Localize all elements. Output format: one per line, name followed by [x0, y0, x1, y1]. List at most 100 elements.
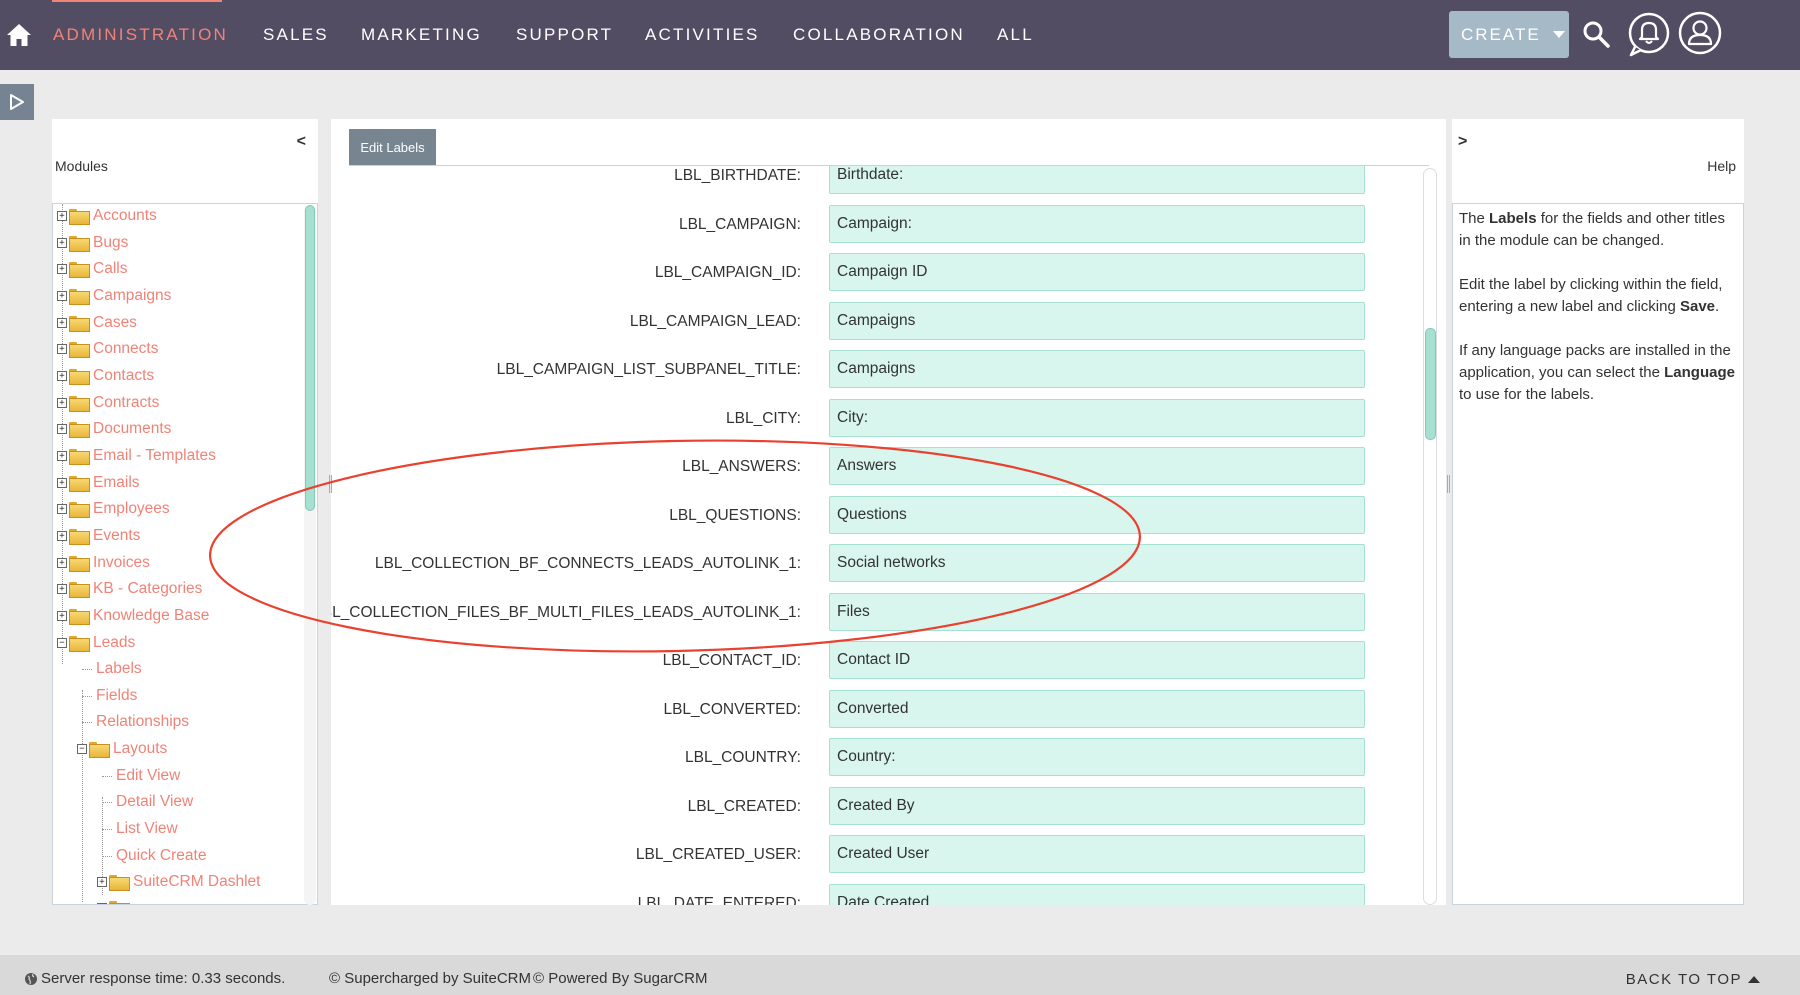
expand-icon[interactable]: +: [57, 504, 67, 514]
expand-icon[interactable]: +: [57, 398, 67, 408]
expand-icon[interactable]: +: [57, 584, 67, 594]
label-value-input[interactable]: Questions: [829, 495, 1365, 534]
nav-sales[interactable]: SALES: [263, 25, 329, 45]
expand-icon[interactable]: +: [97, 903, 107, 904]
collapse-icon[interactable]: −: [57, 638, 67, 648]
sidebar-toggle-button[interactable]: [0, 84, 34, 120]
home-icon[interactable]: [6, 22, 32, 48]
expand-icon[interactable]: +: [57, 424, 67, 434]
label-value-input[interactable]: Birthdate:: [829, 166, 1365, 194]
collapse-icon[interactable]: −: [77, 744, 87, 754]
expand-icon[interactable]: +: [57, 451, 67, 461]
tree-item-calls[interactable]: + Calls: [57, 257, 127, 281]
expand-icon[interactable]: +: [57, 371, 67, 381]
label-value-input[interactable]: Country:: [829, 738, 1365, 776]
tree-item-fields[interactable]: Fields: [96, 684, 137, 708]
nav-collaboration[interactable]: COLLABORATION: [793, 25, 965, 45]
tree-label: Connects: [93, 340, 159, 357]
expand-icon[interactable]: +: [57, 291, 67, 301]
expand-icon[interactable]: +: [57, 344, 67, 354]
label-value-input[interactable]: Campaign ID: [829, 253, 1365, 291]
user-profile-icon[interactable]: [1678, 11, 1722, 55]
tree-item-invoices[interactable]: + Invoices: [57, 551, 150, 575]
tree-item-detail-view[interactable]: Detail View: [116, 790, 193, 814]
tree-item-bugs[interactable]: + Bugs: [57, 231, 128, 255]
label-value-input[interactable]: City:: [829, 398, 1365, 437]
label-value-input[interactable]: Created By: [829, 786, 1365, 825]
nav-marketing[interactable]: MARKETING: [361, 25, 482, 45]
tree-item-leads[interactable]: − Leads: [57, 631, 135, 655]
tab-edit-labels[interactable]: Edit Labels: [349, 129, 436, 165]
expand-icon[interactable]: +: [57, 264, 67, 274]
tree-label: Documents: [93, 420, 172, 437]
tree-item-knowledge-base[interactable]: + Knowledge Base: [57, 604, 209, 628]
tree-item-contacts[interactable]: + Contacts: [57, 364, 154, 388]
label-value-input[interactable]: Created User: [829, 835, 1365, 873]
expand-icon[interactable]: +: [97, 877, 107, 887]
expand-icon[interactable]: +: [57, 611, 67, 621]
nav-activities[interactable]: ACTIVITIES: [645, 25, 760, 45]
resize-handle-right[interactable]: [1447, 475, 1450, 493]
tree-item-cases[interactable]: + Cases: [57, 311, 137, 335]
tree-item-connects[interactable]: + Connects: [57, 337, 158, 361]
folder-icon: [69, 502, 90, 518]
expand-icon[interactable]: +: [57, 558, 67, 568]
help-panel: > Help The Labels for the fields and oth…: [1452, 119, 1744, 905]
tree-label: Emails: [93, 474, 140, 491]
nav-all[interactable]: ALL: [997, 25, 1034, 45]
tree-item-employees[interactable]: + Employees: [57, 497, 170, 521]
tree-item-partial[interactable]: +: [97, 896, 133, 904]
tree-label: Events: [93, 527, 141, 544]
tree-item-suitecrm-dashlet[interactable]: + SuiteCRM Dashlet: [97, 870, 261, 894]
label-value-input[interactable]: Campaign:: [829, 204, 1365, 243]
expand-icon[interactable]: +: [57, 531, 67, 541]
expand-icon[interactable]: +: [57, 478, 67, 488]
tree-item-documents[interactable]: + Documents: [57, 417, 171, 441]
notifications-bell-icon[interactable]: [1627, 11, 1671, 57]
label-value-input[interactable]: Contact ID: [829, 641, 1365, 679]
label-value-input[interactable]: Date Created: [829, 883, 1365, 905]
search-icon[interactable]: [1582, 20, 1610, 48]
nav-administration[interactable]: ADMINISTRATION: [53, 25, 228, 45]
supercharged-link[interactable]: © Supercharged by SuiteCRM: [329, 970, 531, 987]
tree-item-contracts[interactable]: + Contracts: [57, 391, 159, 415]
tree-item-email-templates[interactable]: + Email - Templates: [57, 444, 216, 468]
tree-item-list-view[interactable]: List View: [116, 817, 178, 841]
label-value-input[interactable]: Files: [829, 592, 1365, 631]
folder-icon: [69, 289, 90, 305]
tree-item-events[interactable]: + Events: [57, 524, 140, 548]
tree-label: Contracts: [93, 394, 160, 411]
tree-label: Layouts: [113, 740, 168, 757]
create-button[interactable]: CREATE: [1449, 11, 1569, 58]
expand-icon[interactable]: +: [57, 238, 67, 248]
label-value-input[interactable]: Answers: [829, 447, 1365, 485]
labels-scrollbar-track[interactable]: [1423, 168, 1437, 905]
labels-scrollbar-thumb[interactable]: [1425, 328, 1436, 440]
collapse-right-button[interactable]: >: [1458, 133, 1467, 151]
folder-icon: [69, 396, 90, 412]
back-to-top-button[interactable]: BACK TO TOP: [1626, 971, 1760, 988]
label-key: LBL_ANSWERS:: [682, 458, 801, 475]
resize-handle-left[interactable]: [329, 475, 332, 493]
label-value-input[interactable]: Campaigns: [829, 301, 1365, 340]
tree-item-labels[interactable]: Labels: [96, 657, 142, 681]
tree-item-quick-create[interactable]: Quick Create: [116, 844, 206, 868]
folder-icon: [69, 236, 90, 252]
modules-scrollbar-thumb[interactable]: [305, 205, 315, 511]
tree-item-emails[interactable]: + Emails: [57, 471, 140, 495]
expand-icon[interactable]: +: [57, 211, 67, 221]
tree-item-relationships[interactable]: Relationships: [96, 710, 189, 734]
tree-item-layouts[interactable]: − Layouts: [77, 737, 167, 761]
label-value-input[interactable]: Converted: [829, 689, 1365, 728]
tree-item-campaigns[interactable]: + Campaigns: [57, 284, 171, 308]
label-value-input[interactable]: Campaigns: [829, 350, 1365, 388]
collapse-left-button[interactable]: <: [297, 133, 306, 151]
label-value-input[interactable]: Social networks: [829, 544, 1365, 582]
expand-icon[interactable]: +: [57, 318, 67, 328]
modules-title: Modules: [55, 158, 108, 174]
tree-item-kb-categories[interactable]: + KB - Categories: [57, 577, 202, 601]
powered-link[interactable]: © Powered By SugarCRM: [533, 970, 707, 987]
tree-item-edit-view[interactable]: Edit View: [116, 764, 180, 788]
nav-support[interactable]: SUPPORT: [516, 25, 613, 45]
tree-item-accounts[interactable]: + Accounts: [57, 204, 157, 228]
